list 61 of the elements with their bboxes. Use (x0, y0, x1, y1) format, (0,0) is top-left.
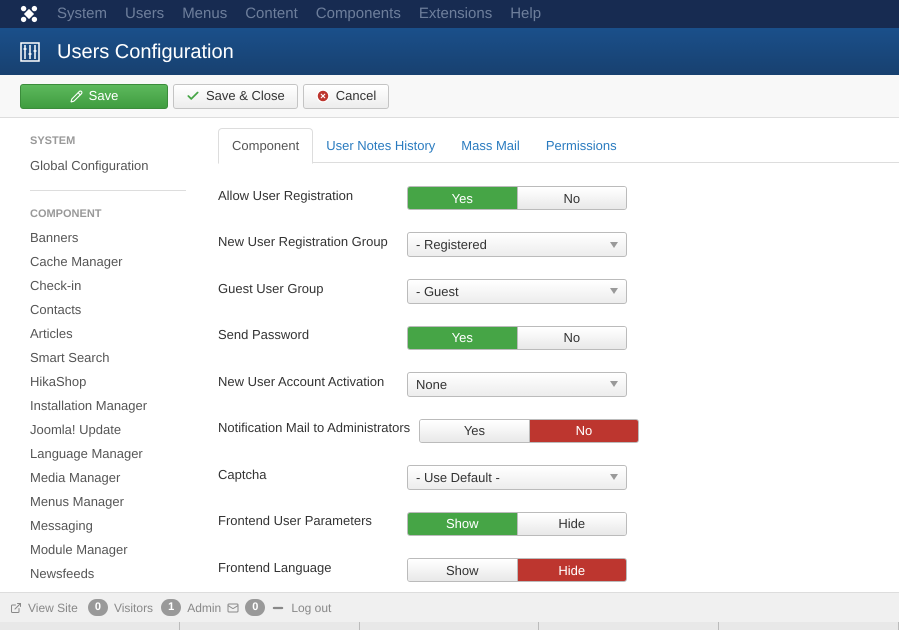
sidebar-item[interactable]: Installation Manager (30, 396, 186, 420)
field-label: New User Registration Group (218, 233, 389, 251)
toggle-option[interactable]: Hide (516, 512, 626, 535)
field-label: Guest User Group (218, 280, 324, 298)
count-badge: 0 (245, 599, 266, 616)
field-label: Frontend User Parameters (218, 512, 373, 530)
sliders-icon (20, 42, 40, 62)
save-close-button[interactable]: Save & Close (173, 84, 298, 108)
sidebar-item[interactable]: Module Manager (30, 540, 186, 564)
sidebar-item[interactable]: Language Manager (30, 444, 186, 468)
edit-icon (70, 90, 83, 102)
field-label: Allow User Registration (218, 186, 354, 205)
toggle-option[interactable]: No (528, 420, 638, 442)
page-title: Users Configuration (57, 40, 234, 64)
mail-icon (227, 602, 240, 614)
sidebar-item[interactable]: Menus Manager (30, 492, 186, 516)
field-label: Frontend Language (218, 558, 332, 577)
sidebar-heading: SYSTEM (30, 134, 76, 149)
field-label: Send Password (218, 326, 310, 344)
sidebar-item[interactable]: HikaShop (30, 372, 186, 396)
cancel-icon (316, 89, 330, 103)
tab[interactable]: Permissions (532, 128, 630, 164)
dropdown-caret-icon (610, 288, 618, 294)
check-icon (186, 89, 200, 103)
sidebar-item[interactable]: Global Configuration (30, 156, 218, 180)
field-label: Captcha (218, 466, 268, 484)
toggle-option[interactable]: No (516, 187, 626, 210)
dropdown-caret-icon (610, 242, 618, 248)
sidebar-item[interactable]: Media Manager (30, 468, 186, 492)
select-field[interactable]: - Use Default - (407, 464, 627, 490)
field-label: New User Account Activation (218, 372, 386, 390)
tab[interactable]: Component (218, 128, 314, 164)
sidebar-item[interactable]: Messaging (30, 516, 186, 540)
toggle-option[interactable]: No (516, 326, 626, 349)
logo-icon[interactable] (20, 5, 38, 23)
count-badge: 0 (88, 599, 108, 616)
sidebar-item[interactable]: Banners (30, 228, 186, 252)
visitors-label: Visitors (114, 600, 154, 616)
toggle-option[interactable]: Hide (516, 559, 626, 582)
sidebar-item[interactable]: Newsfeeds (30, 564, 186, 588)
sidebar-item[interactable]: Check-in (30, 276, 186, 300)
dropdown-caret-icon (610, 381, 618, 388)
dropdown-caret-icon (610, 474, 618, 480)
sidebar-item[interactable]: Joomla! Update (30, 420, 186, 444)
external-link-icon (10, 602, 22, 614)
field-label: Notification Mail to Administrators (218, 419, 410, 437)
tab[interactable]: Mass Mail (448, 128, 533, 164)
admin-label: Admin (187, 600, 222, 616)
sidebar-item[interactable]: Cache Manager (30, 252, 186, 276)
select-field[interactable]: - Registered (407, 232, 627, 258)
tab[interactable]: User Notes History (313, 128, 448, 164)
cancel-button[interactable]: Cancel (302, 84, 390, 108)
sidebar-item[interactable]: Contacts (30, 300, 186, 324)
select-field[interactable]: None (407, 372, 627, 397)
toggle-option[interactable]: Show (408, 559, 516, 582)
sidebar-heading: COMPONENT (30, 206, 102, 222)
toggle-option[interactable]: Yes (420, 420, 529, 442)
sidebar-item[interactable]: Smart Search (30, 348, 186, 372)
select-field[interactable]: - Guest (407, 278, 627, 304)
sidebar-item[interactable]: Articles (30, 324, 186, 348)
count-badge: 1 (161, 599, 182, 616)
